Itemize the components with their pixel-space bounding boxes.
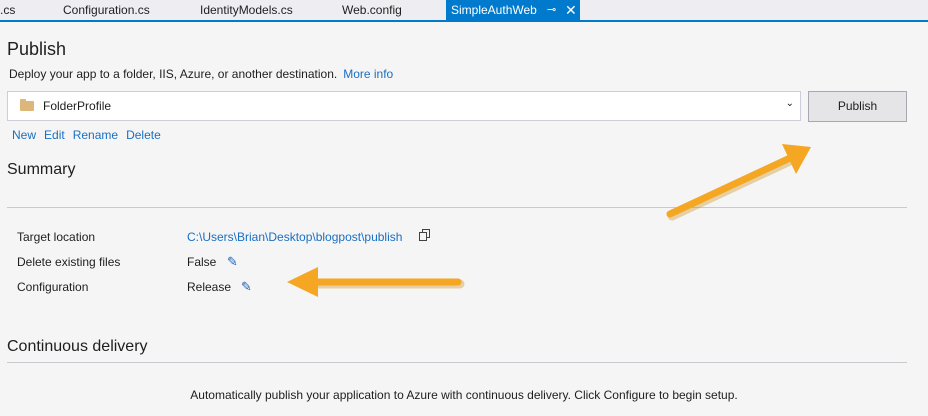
- tab-configuration-cs[interactable]: Configuration.cs: [63, 0, 150, 20]
- continuous-delivery-heading: Continuous delivery: [7, 338, 148, 355]
- tab-simpleauthweb-label: SimpleAuthWeb: [451, 3, 537, 17]
- delete-existing-files-value: False: [187, 255, 217, 269]
- rename-profile-link[interactable]: Rename: [73, 128, 118, 142]
- copy-icon[interactable]: [419, 229, 431, 241]
- configuration-label: Configuration: [17, 280, 89, 294]
- arrow-to-configuration: [287, 267, 465, 297]
- summary-divider: [7, 207, 907, 208]
- delete-profile-link[interactable]: Delete: [126, 128, 161, 142]
- pin-icon[interactable]: ⊸: [547, 0, 556, 20]
- folder-icon: [20, 99, 34, 111]
- target-location-label: Target location: [17, 230, 96, 244]
- tab-cs[interactable]: .cs: [0, 0, 15, 20]
- new-profile-link[interactable]: New: [12, 128, 36, 142]
- target-location-value[interactable]: C:\Users\Brian\Desktop\blogpost\publish: [187, 230, 402, 244]
- chevron-down-icon[interactable]: ⌄: [786, 98, 794, 109]
- profile-value: FolderProfile: [43, 99, 112, 113]
- publish-button[interactable]: Publish: [808, 91, 907, 122]
- delete-existing-files-label: Delete existing files: [17, 255, 121, 269]
- tab-simpleauthweb[interactable]: SimpleAuthWeb ⊸ ✕: [446, 0, 580, 20]
- tab-web-config[interactable]: Web.config: [342, 0, 402, 20]
- subtitle-text: Deploy your app to a folder, IIS, Azure,…: [9, 67, 338, 81]
- page-subtitle: Deploy your app to a folder, IIS, Azure,…: [9, 67, 393, 81]
- tab-identitymodels-cs[interactable]: IdentityModels.cs: [200, 0, 293, 20]
- document-tab-strip: .cs Configuration.cs IdentityModels.cs W…: [0, 0, 928, 22]
- summary-heading: Summary: [7, 161, 76, 178]
- configuration-value: Release: [187, 280, 232, 294]
- continuous-delivery-text: Automatically publish your application t…: [190, 388, 738, 402]
- page-title: Publish: [7, 39, 67, 59]
- publish-profile-dropdown[interactable]: FolderProfile ⌄: [7, 91, 801, 121]
- more-info-link[interactable]: More info: [343, 67, 393, 81]
- profile-actions: New Edit Rename Delete: [12, 128, 169, 142]
- arrow-to-publish-button: [666, 144, 811, 221]
- pencil-icon[interactable]: ✎: [227, 254, 238, 270]
- continuous-delivery-divider: [7, 362, 907, 363]
- edit-profile-link[interactable]: Edit: [44, 128, 65, 142]
- pencil-icon[interactable]: ✎: [241, 279, 252, 295]
- close-icon[interactable]: ✕: [565, 0, 577, 20]
